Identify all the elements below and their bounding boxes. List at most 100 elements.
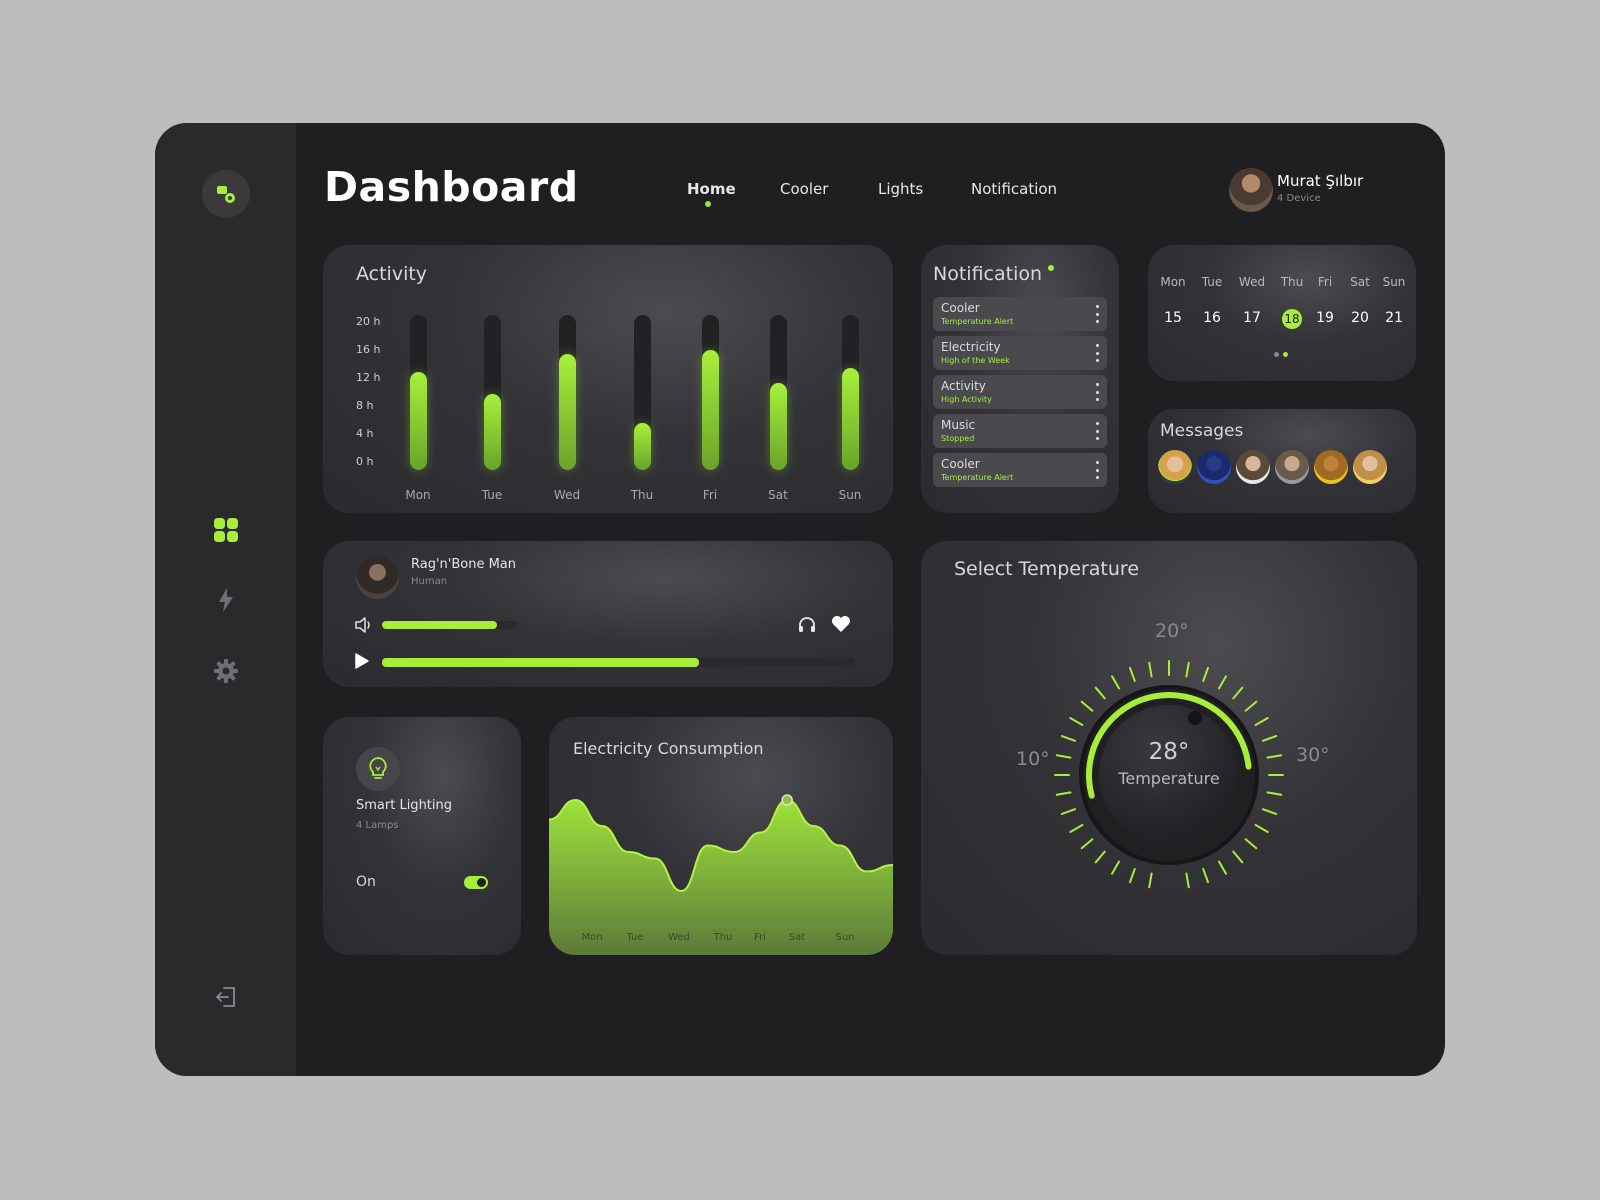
dial-tick (1202, 867, 1209, 884)
nav-cooler[interactable]: Cooler (780, 180, 828, 198)
electricity-card: Electricity Consumption Mon Tue Wed Thu Fri S… (549, 717, 893, 955)
user-device-count: 4 Device (1277, 193, 1321, 204)
dial-tick (1185, 872, 1190, 889)
message-avatar[interactable] (1236, 450, 1270, 484)
dial-tick (1232, 850, 1244, 864)
message-avatar[interactable] (1275, 450, 1309, 484)
nav-lights[interactable]: Lights (878, 180, 923, 198)
activity-y-label: 0 h (356, 455, 374, 468)
notification-item[interactable]: Electricity High of the Week (933, 336, 1107, 370)
calendar-day-label: Sun (1382, 275, 1406, 289)
notification-item-title: Cooler (941, 301, 980, 315)
notification-item[interactable]: Activity High Activity (933, 375, 1107, 409)
play-icon[interactable] (354, 652, 370, 670)
dial-tick (1202, 666, 1209, 683)
calendar-date-selected[interactable]: 18 (1282, 309, 1302, 329)
activity-bar-track (770, 315, 787, 470)
notification-item-subtitle: Temperature Alert (941, 473, 1014, 482)
calendar-day-label: Mon (1160, 275, 1186, 289)
activity-bar[interactable] (559, 354, 576, 470)
dial-tick (1080, 838, 1094, 850)
calendar-date[interactable]: 21 (1385, 310, 1403, 326)
calendar-date[interactable]: 17 (1243, 310, 1261, 326)
activity-bar[interactable] (770, 383, 787, 470)
gear-icon[interactable] (209, 654, 243, 688)
toggle-knob (477, 878, 486, 887)
dial-tick (1055, 791, 1072, 796)
notification-dot (1048, 265, 1054, 271)
volume-slider[interactable] (382, 621, 517, 629)
headphones-icon[interactable] (797, 615, 817, 633)
message-avatar[interactable] (1353, 450, 1387, 484)
volume-icon[interactable] (354, 616, 374, 634)
user-name: Murat Şılbır (1277, 172, 1364, 190)
temp-current-value: 28° (1148, 739, 1190, 765)
dial-tick (1129, 867, 1136, 884)
playback-progress-fill (382, 658, 699, 667)
dial-tick (1266, 791, 1283, 796)
message-avatar[interactable] (1314, 450, 1348, 484)
calendar-page-dots[interactable] (1274, 352, 1292, 358)
heart-icon[interactable] (831, 615, 851, 633)
calendar-date[interactable]: 19 (1316, 310, 1334, 326)
logout-icon[interactable] (209, 980, 243, 1014)
dial-tick (1232, 686, 1244, 700)
calendar-date[interactable]: 15 (1164, 310, 1182, 326)
messages-card: Messages (1148, 409, 1416, 513)
temp-min-label: 10° (1016, 748, 1050, 770)
calendar-day-label: Fri (1317, 275, 1333, 289)
dial-tick (1148, 872, 1153, 889)
notification-item[interactable]: Cooler Temperature Alert (933, 297, 1107, 331)
notification-item[interactable]: Cooler Temperature Alert (933, 453, 1107, 487)
activity-bar[interactable] (702, 350, 719, 470)
activity-bar[interactable] (634, 423, 651, 470)
electricity-x-label: Sun (835, 932, 855, 943)
notification-item[interactable]: Music Stopped (933, 414, 1107, 448)
activity-y-label: 20 h (356, 315, 381, 328)
smart-lighting-card: Smart Lighting 4 Lamps On (323, 717, 521, 955)
dial-tick (1094, 686, 1106, 700)
activity-bar[interactable] (484, 394, 501, 470)
notification-item-title: Music (941, 418, 976, 432)
electricity-x-label: Sat (788, 932, 806, 943)
calendar-date[interactable]: 20 (1351, 310, 1369, 326)
dashboard-grid-icon[interactable] (209, 513, 243, 547)
activity-x-label: Sat (768, 488, 788, 502)
kebab-menu-icon[interactable] (1095, 461, 1099, 479)
activity-bar-track (634, 315, 651, 470)
electricity-x-label: Tue (626, 932, 644, 943)
dial-knob-indicator (1188, 711, 1202, 725)
user-avatar[interactable] (1229, 168, 1273, 212)
activity-bar[interactable] (842, 368, 859, 470)
dial-tick (1244, 838, 1258, 850)
track-title: Rag'n'Bone Man (411, 557, 517, 572)
kebab-menu-icon[interactable] (1095, 344, 1099, 362)
calendar-card: Mon 15 Tue 16 Wed 17 Thu 18 Fri 19 Sat 20 Sun 21 (1148, 245, 1416, 381)
dial-tick (1069, 824, 1084, 833)
message-avatar[interactable] (1197, 450, 1231, 484)
nav-home[interactable]: Home (687, 180, 736, 198)
temp-dial-label: Temperature (1118, 769, 1220, 788)
calendar-day-label: Wed (1238, 275, 1266, 289)
electricity-highlight-point[interactable] (781, 794, 793, 806)
notification-item-subtitle: High Activity (941, 395, 992, 404)
activity-bar-track (842, 315, 859, 470)
lighting-toggle[interactable] (464, 876, 488, 889)
notification-title: Notification (933, 263, 1043, 285)
activity-bar[interactable] (410, 372, 427, 470)
temp-mid-label: 20° (1155, 620, 1189, 642)
lightning-icon[interactable] (209, 583, 243, 617)
devices-logo-icon[interactable] (202, 170, 250, 218)
nav-notification[interactable]: Notification (971, 180, 1057, 198)
activity-title: Activity (356, 263, 428, 285)
message-avatar[interactable] (1158, 450, 1192, 484)
playback-progress[interactable] (382, 658, 855, 667)
activity-y-label: 4 h (356, 427, 374, 440)
notification-item-subtitle: Temperature Alert (941, 317, 1014, 326)
kebab-menu-icon[interactable] (1095, 305, 1099, 323)
dial-tick (1266, 754, 1283, 759)
dial-tick (1094, 850, 1106, 864)
kebab-menu-icon[interactable] (1095, 422, 1099, 440)
kebab-menu-icon[interactable] (1095, 383, 1099, 401)
calendar-date[interactable]: 16 (1203, 310, 1221, 326)
